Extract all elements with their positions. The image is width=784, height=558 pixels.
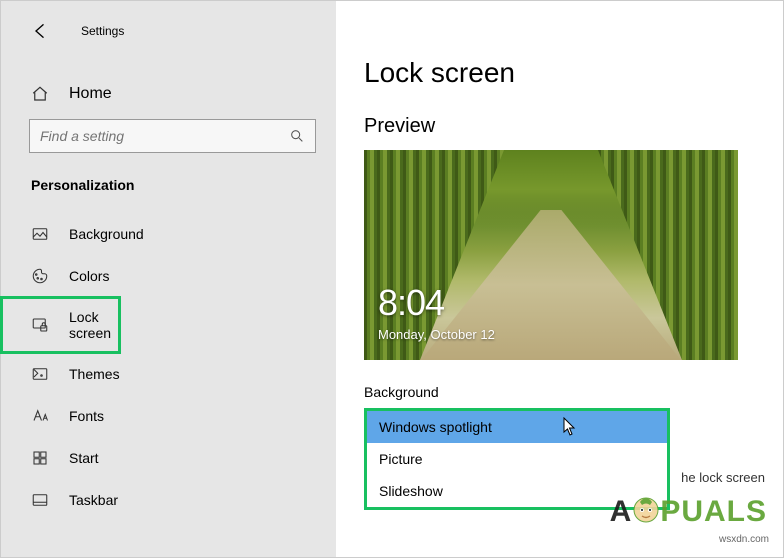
back-button[interactable] — [29, 19, 53, 43]
attribution: wsxdn.com — [719, 534, 769, 545]
home-nav[interactable]: Home — [1, 75, 336, 113]
sidebar-item-start[interactable]: Start — [1, 437, 336, 479]
home-label: Home — [69, 85, 112, 103]
search-input[interactable] — [40, 128, 260, 144]
sidebar-item-background[interactable]: Background — [1, 213, 336, 255]
sidebar-nav: Background Colors Lock screen Themes Fon… — [1, 213, 336, 521]
dropdown-option-spotlight[interactable]: Windows spotlight — [367, 411, 667, 443]
home-icon — [31, 85, 49, 103]
settings-sidebar: Settings Home Personalization Background… — [1, 1, 336, 557]
sidebar-item-label: Fonts — [69, 408, 104, 424]
app-title: Settings — [81, 24, 124, 38]
truncated-text: he lock screen — [681, 470, 765, 485]
preview-time: 8:04 — [378, 282, 444, 324]
background-field-label: Background — [364, 384, 783, 400]
preview-heading: Preview — [364, 115, 783, 138]
dropdown-option-label: Slideshow — [379, 483, 443, 499]
sidebar-item-label: Background — [69, 226, 144, 242]
dropdown-option-label: Picture — [379, 451, 423, 467]
image-icon — [31, 225, 49, 243]
sidebar-item-taskbar[interactable]: Taskbar — [1, 479, 336, 521]
dropdown-option-picture[interactable]: Picture — [367, 443, 667, 475]
sidebar-item-themes[interactable]: Themes — [1, 353, 336, 395]
sidebar-item-lock-screen[interactable]: Lock screen — [1, 297, 120, 353]
page-title: Lock screen — [364, 57, 783, 89]
main-content: Lock screen Preview 8:04 Monday, October… — [336, 1, 783, 557]
search-icon — [289, 128, 305, 144]
sidebar-item-colors[interactable]: Colors — [1, 255, 336, 297]
themes-icon — [31, 365, 49, 383]
search-input-container[interactable] — [29, 119, 316, 153]
preview-date: Monday, October 12 — [378, 327, 495, 342]
dropdown-option-slideshow[interactable]: Slideshow — [367, 475, 667, 507]
sidebar-item-fonts[interactable]: Fonts — [1, 395, 336, 437]
palette-icon — [31, 267, 49, 285]
background-dropdown[interactable]: Windows spotlight Picture Slideshow — [364, 408, 670, 510]
dropdown-option-label: Windows spotlight — [379, 419, 492, 435]
sidebar-item-label: Start — [69, 450, 99, 466]
fonts-icon — [31, 407, 49, 425]
cursor-icon — [563, 417, 579, 440]
arrow-left-icon — [31, 21, 51, 41]
taskbar-icon — [31, 491, 49, 509]
category-label: Personalization — [1, 157, 336, 207]
sidebar-item-label: Taskbar — [69, 492, 118, 508]
lock-screen-icon — [31, 316, 49, 334]
lock-screen-preview: 8:04 Monday, October 12 — [364, 150, 738, 360]
sidebar-item-label: Colors — [69, 268, 109, 284]
start-icon — [31, 449, 49, 467]
sidebar-item-label: Lock screen — [69, 309, 120, 341]
sidebar-item-label: Themes — [69, 366, 120, 382]
